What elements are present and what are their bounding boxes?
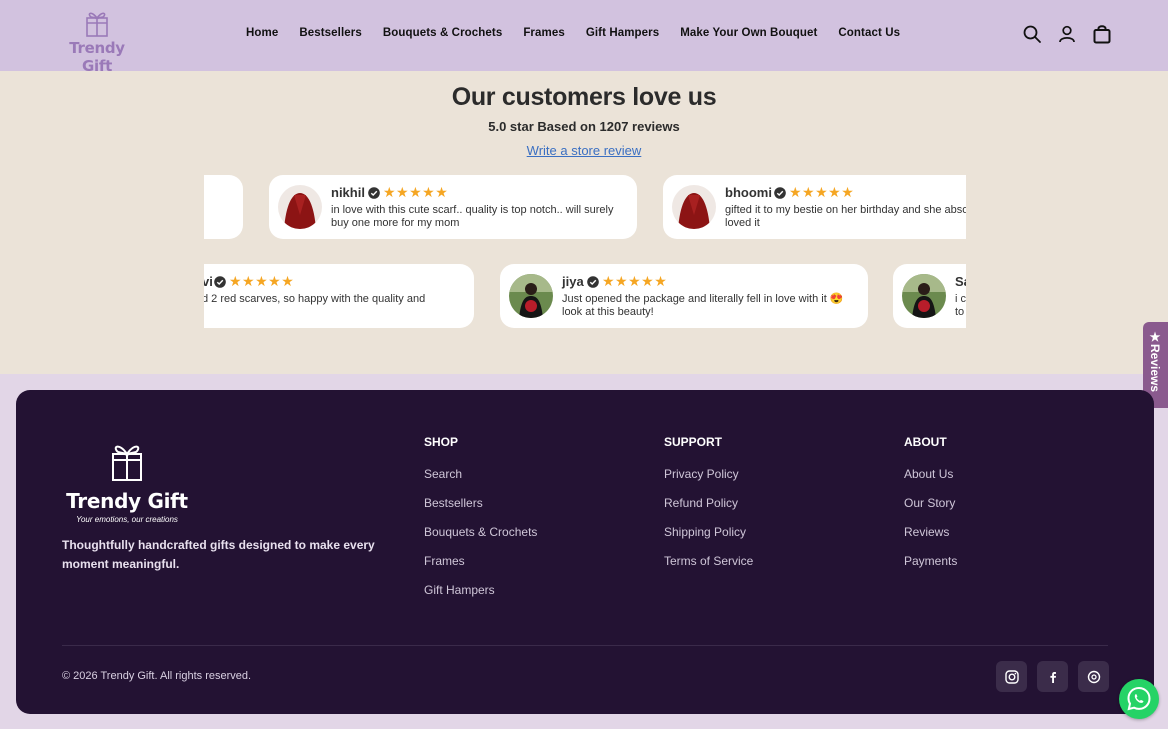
footer-link-our-story[interactable]: Our Story — [904, 496, 957, 525]
nav-bouquets-crochets[interactable]: Bouquets & Crochets — [383, 27, 502, 39]
nav-make-your-own-bouquet[interactable]: Make Your Own Bouquet — [680, 27, 817, 39]
logo-text: Trendy Gift — [69, 39, 125, 75]
verified-badge-icon — [214, 276, 226, 288]
main-nav: Home Bestsellers Bouquets & Crochets Fra… — [246, 27, 921, 39]
footer-logo[interactable]: Trendy Gift Your emotions, our creations — [62, 436, 192, 524]
footer-column-title: ABOUT — [904, 435, 947, 449]
reviewer-name: vi — [204, 274, 213, 289]
search-icon[interactable] — [1022, 24, 1042, 44]
review-card[interactable]: ping — [204, 175, 243, 239]
customer-reviews-section: Our customers love us 5.0 star Based on … — [0, 71, 1168, 374]
footer-column-title: SHOP — [424, 435, 459, 449]
facebook-icon — [1049, 671, 1056, 683]
review-text: ping — [204, 204, 229, 217]
footer-logo-tagline: Your emotions, our creations — [76, 515, 178, 524]
threads-button[interactable] — [1078, 661, 1109, 692]
footer-divider — [62, 645, 1108, 646]
footer-link-bouquets-crochets[interactable]: Bouquets & Crochets — [424, 525, 537, 554]
reviewer-photo — [278, 185, 322, 229]
footer-link-shipping-policy[interactable]: Shipping Policy — [664, 525, 753, 554]
footer-logo-text: Trendy Gift — [66, 489, 188, 513]
review-text: gifted it to my bestie on her birthday a… — [725, 204, 966, 229]
verified-badge-icon — [368, 187, 380, 199]
reviews-carousel-row-2[interactable]: vi ★★★★★ d 2 red scarves, so happy with … — [204, 264, 966, 330]
write-review-link[interactable]: Write a store review — [527, 143, 642, 158]
review-text: Just opened the package and literally fe… — [562, 293, 844, 318]
review-text: d 2 red scarves, so happy with the quali… — [204, 293, 426, 305]
site-logo[interactable]: Trendy Gift Your emotions, our creations — [52, 6, 142, 81]
site-footer: Trendy Gift Your emotions, our creations… — [16, 390, 1154, 714]
reviewer-name: bhoomi — [725, 185, 772, 200]
review-text: i c to — [955, 293, 966, 318]
footer-link-payments[interactable]: Payments — [904, 554, 957, 583]
nav-home[interactable]: Home — [246, 27, 278, 39]
gift-logo-icon — [112, 445, 142, 481]
footer-link-about-us[interactable]: About Us — [904, 467, 957, 496]
review-card[interactable]: jiya ★★★★★ Just opened the package and l… — [500, 264, 868, 328]
star-rating: ★★★★★ — [229, 273, 295, 289]
instagram-button[interactable] — [996, 661, 1027, 692]
verified-badge-icon — [587, 276, 599, 288]
footer-link-refund-policy[interactable]: Refund Policy — [664, 496, 753, 525]
verified-badge-icon — [774, 187, 786, 199]
footer-link-terms-of-service[interactable]: Terms of Service — [664, 554, 753, 583]
facebook-button[interactable] — [1037, 661, 1068, 692]
copyright-text: © 2026 Trendy Gift. All rights reserved. — [62, 670, 252, 682]
footer-link-bestsellers[interactable]: Bestsellers — [424, 496, 537, 525]
footer-link-gift-hampers[interactable]: Gift Hampers — [424, 583, 537, 612]
review-card[interactable]: Sa i c to — [893, 264, 966, 328]
footer-link-reviews[interactable]: Reviews — [904, 525, 957, 554]
reviewer-name: nikhil — [331, 185, 365, 200]
nav-contact-us[interactable]: Contact Us — [838, 27, 900, 39]
review-card[interactable]: nikhil ★★★★★ in love with this cute scar… — [269, 175, 637, 239]
star-rating: ★★★★★ — [602, 273, 668, 289]
whatsapp-icon — [1127, 686, 1151, 711]
reviews-side-tab-label: ★Reviews — [1148, 330, 1162, 393]
reviews-carousel-row-1[interactable]: ping nikhil ★★★★★ in love with this cute… — [204, 175, 966, 241]
review-text: in love with this cute scarf.. quality i… — [331, 204, 614, 229]
review-card[interactable]: bhoomi ★★★★★ gifted it to my bestie on h… — [663, 175, 966, 239]
star-rating: ★★★★★ — [789, 184, 855, 200]
footer-column-about: ABOUT About Us Our Story Reviews Payment… — [904, 435, 957, 583]
footer-column-support: SUPPORT Privacy Policy Refund Policy Shi… — [664, 435, 753, 583]
cart-icon[interactable] — [1092, 24, 1112, 44]
footer-link-frames[interactable]: Frames — [424, 554, 537, 583]
whatsapp-chat-button[interactable] — [1119, 679, 1159, 719]
review-card[interactable]: vi ★★★★★ d 2 red scarves, so happy with … — [204, 264, 474, 328]
footer-link-privacy-policy[interactable]: Privacy Policy — [664, 467, 753, 496]
account-icon[interactable] — [1057, 24, 1077, 44]
reviewer-photo — [672, 185, 716, 229]
reviews-summary: 5.0 star Based on 1207 reviews — [488, 119, 680, 134]
star-rating: ★★★★★ — [383, 184, 449, 200]
instagram-icon — [1004, 669, 1019, 684]
nav-frames[interactable]: Frames — [523, 27, 565, 39]
nav-bestsellers[interactable]: Bestsellers — [299, 27, 361, 39]
footer-column-title: SUPPORT — [664, 435, 723, 449]
reviewer-name: jiya — [562, 274, 584, 289]
threads-icon — [1087, 670, 1100, 683]
reviewer-photo — [509, 274, 553, 318]
footer-column-shop: SHOP Search Bestsellers Bouquets & Croch… — [424, 435, 537, 612]
gift-logo-icon — [86, 12, 108, 37]
reviews-title: Our customers love us — [451, 83, 717, 111]
reviewer-name: Sa — [955, 274, 966, 289]
reviewer-photo — [902, 274, 946, 318]
footer-link-search[interactable]: Search — [424, 467, 537, 496]
footer-description: Thoughtfully handcrafted gifts designed … — [62, 538, 375, 571]
site-header: Trendy Gift Your emotions, our creations… — [0, 0, 1168, 81]
nav-gift-hampers[interactable]: Gift Hampers — [586, 27, 659, 39]
